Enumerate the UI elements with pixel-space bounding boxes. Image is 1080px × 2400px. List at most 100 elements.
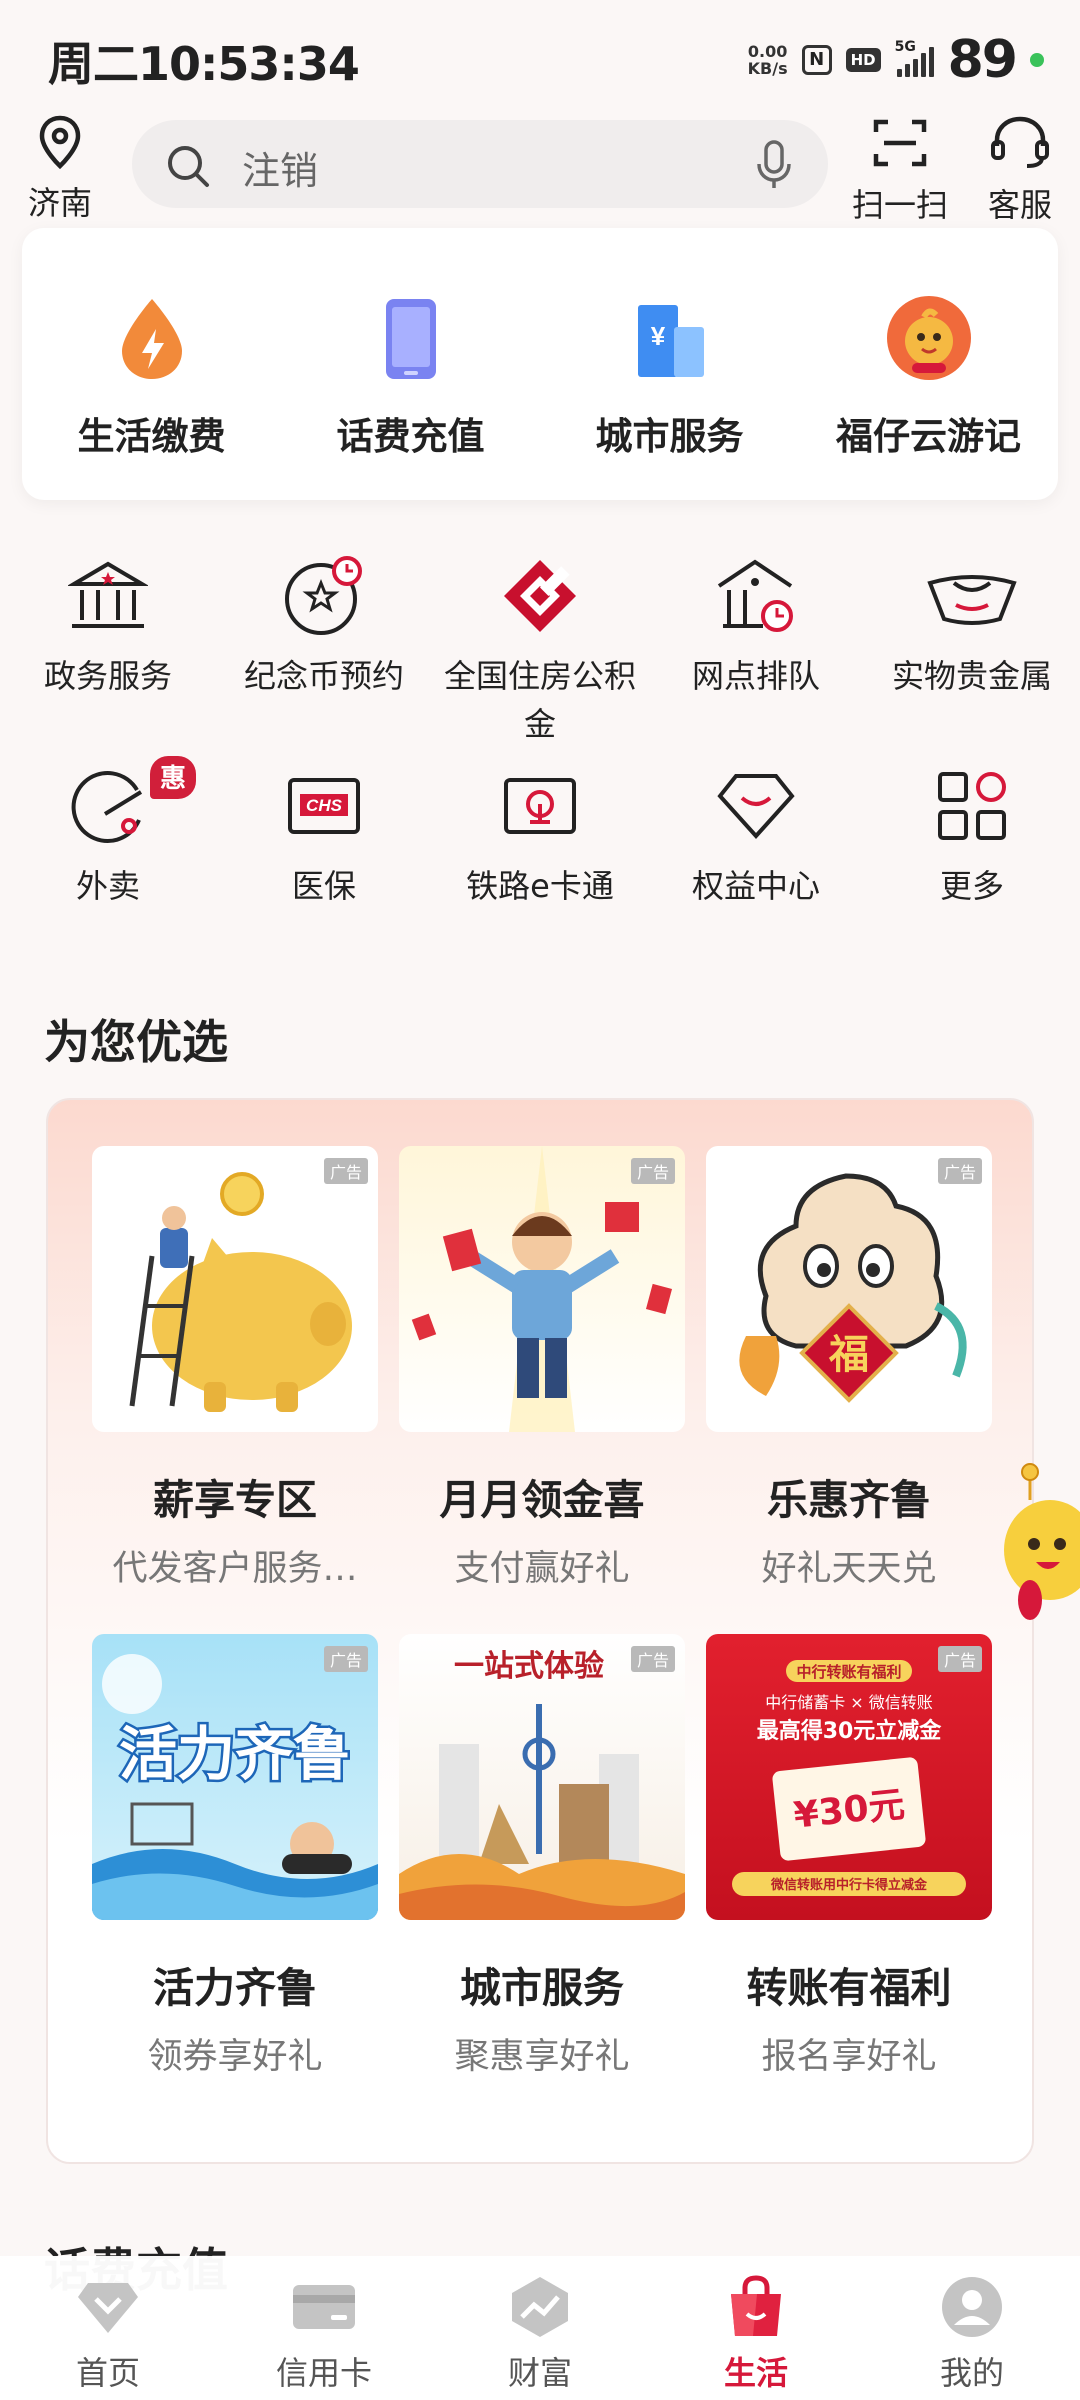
service-fuzai-travel[interactable]: 福仔云游记 xyxy=(809,288,1049,460)
top-header: 济南 注销 扫一扫 客服 xyxy=(0,110,1080,224)
home-diamond-icon xyxy=(78,2283,138,2333)
nav-credit-card[interactable]: 信用卡 xyxy=(216,2256,432,2400)
grid-item-government[interactable]: 政务服务 xyxy=(0,552,216,748)
promo-image: 一站式体验 广告 xyxy=(399,1634,685,1920)
microphone-icon[interactable] xyxy=(754,138,794,192)
profile-icon xyxy=(942,2277,1002,2337)
grid-item-branch-queue[interactable]: 网点排队 xyxy=(648,552,864,748)
grid-item-benefits-center[interactable]: 权益中心 xyxy=(648,762,864,910)
promo-panel: 广告 薪享专区 代发客户服务… 广告 月月领金喜 支付赢好礼 福 广告 乐惠齐鲁… xyxy=(46,1098,1034,2164)
grid-label: 医保 xyxy=(291,867,356,905)
mascot-icon xyxy=(886,296,971,380)
housing-fund-icon xyxy=(504,560,576,632)
service-city[interactable]: ¥ 城市服务 xyxy=(550,288,790,460)
service-label: 生活缴费 xyxy=(77,415,226,458)
grid-item-more[interactable]: 更多 xyxy=(864,762,1080,910)
service-label: 客服 xyxy=(987,186,1052,224)
search-bar[interactable]: 注销 xyxy=(132,120,828,208)
service-grid-row-2: 惠 外卖 CHS 医保 铁路e卡通 权益中心 更多 xyxy=(0,756,1080,910)
chs-icon: CHS xyxy=(288,778,360,834)
grid-label: 网点排队 xyxy=(691,657,820,695)
promo-card-salary[interactable]: 广告 薪享专区 代发客户服务… xyxy=(92,1146,378,1591)
grid-label: 更多 xyxy=(939,867,1004,905)
location-selector[interactable]: 济南 xyxy=(22,114,98,224)
service-label: 福仔云游记 xyxy=(836,415,1021,458)
grid-item-takeout[interactable]: 惠 外卖 xyxy=(0,756,216,910)
search-input[interactable]: 注销 xyxy=(242,140,318,195)
city-building-icon: ¥ xyxy=(637,305,704,377)
promo-image-text: 一站式体验 xyxy=(454,1649,604,1684)
nav-profile[interactable]: 我的 xyxy=(864,2256,1080,2400)
promo-card-monthly-gold[interactable]: 广告 月月领金喜 支付赢好礼 xyxy=(399,1146,685,1591)
coin-clock-icon xyxy=(285,556,362,635)
ad-tag: 广告 xyxy=(323,1646,368,1672)
grid-item-precious-metals[interactable]: 实物贵金属 xyxy=(864,552,1080,748)
grid-item-railway-card[interactable]: 铁路e卡通 xyxy=(432,762,648,910)
net-speed-unit: KB/s xyxy=(747,59,788,78)
grid-label: 全国住房公积金 xyxy=(443,657,636,743)
scan-icon xyxy=(873,119,927,167)
takeout-icon xyxy=(71,771,143,843)
grid-label: 铁路e卡通 xyxy=(466,867,614,905)
signal-icon: 5G xyxy=(895,39,934,77)
discount-badge: 惠 xyxy=(150,756,197,799)
location-label: 济南 xyxy=(27,184,92,222)
grid-label: 权益中心 xyxy=(691,867,820,905)
shopping-bag-icon xyxy=(731,2275,781,2336)
svg-text:¥: ¥ xyxy=(650,321,665,351)
nav-label: 信用卡 xyxy=(275,2354,372,2392)
promo-subtitle: 支付赢好礼 xyxy=(454,1549,630,1589)
scan-label: 扫一扫 xyxy=(851,186,948,224)
nav-wealth[interactable]: 财富 xyxy=(432,2256,648,2400)
piggy-bank-illustration xyxy=(129,1172,352,1412)
ad-tag: 广告 xyxy=(937,1158,982,1184)
grid-item-housing-fund[interactable]: 全国住房公积金 xyxy=(432,552,648,748)
transfer-coupon-illustration: 中行转账有福利 中行储蓄卡 × 微信转账 最高得30元立减金 ¥30元 微信转账… xyxy=(732,1660,966,1896)
grid-label: 纪念币预约 xyxy=(243,657,404,695)
net-speed-value: 0.00 xyxy=(747,42,788,61)
nav-label: 首页 xyxy=(75,2354,140,2392)
promo-card-lehui-qilu[interactable]: 福 广告 乐惠齐鲁 好礼天天兑 xyxy=(706,1146,992,1591)
service-grid-row-1: 政务服务 纪念币预约 全国住房公积金 网点排队 实物贵金属 xyxy=(0,552,1080,748)
promo-image-text: 活力齐鲁 xyxy=(119,1720,351,1788)
promo-image: 福 广告 xyxy=(706,1146,992,1432)
promo-image-text: 微信转账用中行卡得立减金 xyxy=(770,1877,928,1893)
service-label: 话费充值 xyxy=(336,415,485,458)
promo-title: 城市服务 xyxy=(460,1964,624,2012)
nav-home[interactable]: 首页 xyxy=(0,2256,216,2400)
nfc-icon: N xyxy=(801,45,832,75)
promo-card-transfer-benefit[interactable]: 中行转账有福利 中行储蓄卡 × 微信转账 最高得30元立减金 ¥30元 微信转账… xyxy=(706,1634,992,2079)
grid-label: 外卖 xyxy=(75,867,140,905)
promo-card-city-service[interactable]: 一站式体验 广告 城市服务 聚惠享好礼 xyxy=(399,1634,685,2079)
nav-label: 我的 xyxy=(939,2354,1004,2392)
promo-subtitle: 领券享好礼 xyxy=(147,2037,323,2077)
grid-item-medical-insurance[interactable]: CHS 医保 xyxy=(216,762,432,910)
promo-title: 活力齐鲁 xyxy=(153,1964,317,2012)
promo-title: 月月领金喜 xyxy=(439,1476,645,1524)
boy-with-envelopes-illustration xyxy=(411,1146,673,1432)
more-grid-icon xyxy=(938,772,1006,840)
signal-type: 5G xyxy=(894,39,916,55)
battery-level: 89 xyxy=(947,30,1018,90)
floating-mascot[interactable] xyxy=(1000,1460,1080,1644)
ad-tag: 广告 xyxy=(630,1158,675,1184)
railway-icon xyxy=(504,778,576,834)
promo-image-text: 中行转账有福利 xyxy=(796,1663,901,1681)
diamond-icon xyxy=(717,774,795,839)
promo-image: 中行转账有福利 中行储蓄卡 × 微信转账 最高得30元立减金 ¥30元 微信转账… xyxy=(706,1634,992,1920)
nav-label: 生活 xyxy=(723,2354,788,2392)
promo-card-vitality-qilu[interactable]: 活力齐鲁 广告 活力齐鲁 领券享好礼 xyxy=(92,1634,378,2079)
wealth-chart-icon xyxy=(512,2277,568,2337)
scan-button[interactable]: 扫一扫 xyxy=(850,114,950,226)
service-phone-topup[interactable]: 话费充值 xyxy=(291,288,531,460)
lightning-drop-icon xyxy=(121,299,182,379)
mascot-icon xyxy=(1004,1463,1080,1620)
service-life-payment[interactable]: 生活缴费 xyxy=(32,288,272,460)
quick-services-card: 生活缴费 话费充值 ¥ 城市服务 福仔云游记 xyxy=(22,228,1058,500)
promo-title: 乐惠齐鲁 xyxy=(767,1476,931,1524)
nav-life[interactable]: 生活 xyxy=(648,2256,864,2400)
network-speed: 0.00 KB/s xyxy=(748,43,788,77)
customer-service-button[interactable]: 客服 xyxy=(970,114,1070,226)
promo-subtitle: 代发客户服务… xyxy=(112,1549,358,1589)
grid-item-coin-reservation[interactable]: 纪念币预约 xyxy=(216,552,432,748)
